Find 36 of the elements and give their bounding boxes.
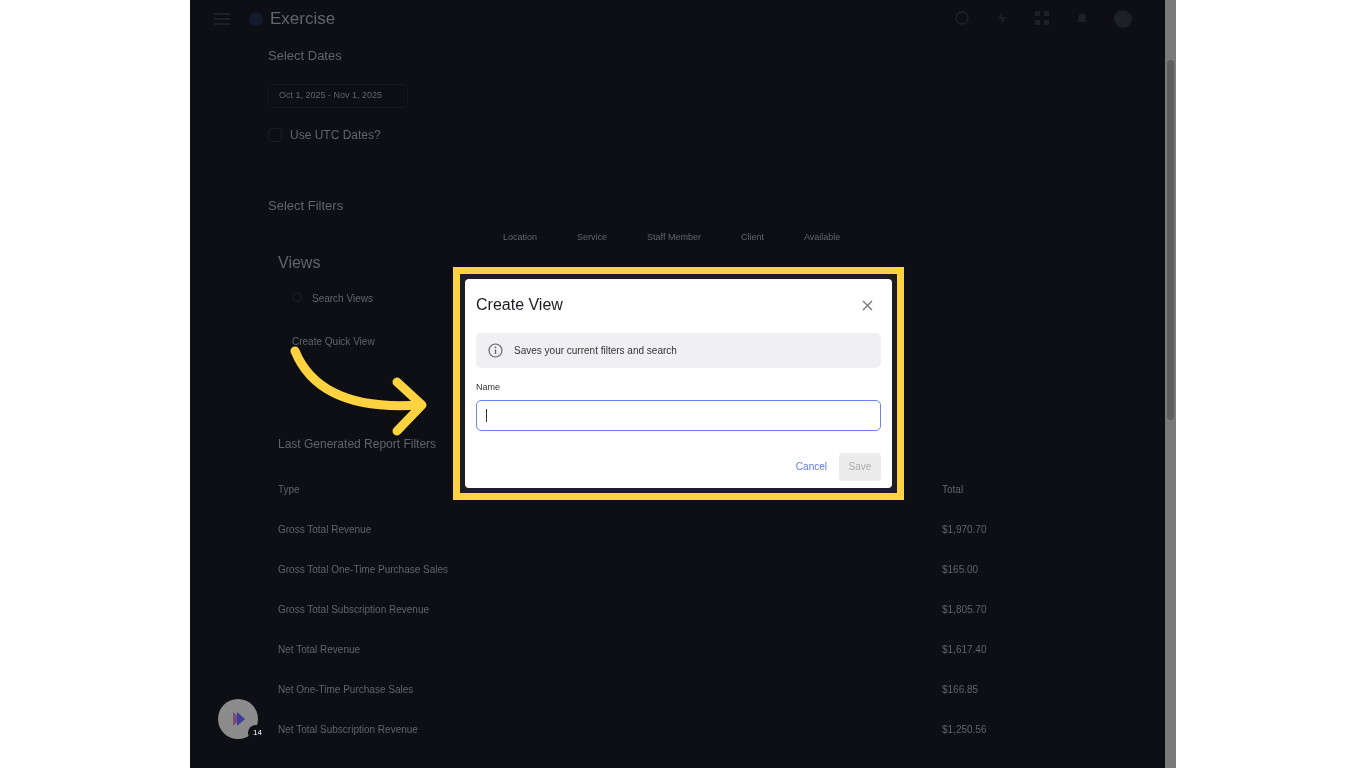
checkbox-label: Use UTC Dates? — [290, 126, 381, 144]
report-heading: Last Generated Report Filters — [278, 435, 438, 453]
table-cell-text: Gross Total Revenue — [278, 522, 373, 537]
views-heading: Views — [278, 252, 321, 273]
dialog-title: Create View — [476, 295, 563, 315]
table-cell-text: $166.85 — [942, 682, 979, 697]
table-cell-text: Gross Total One-Time Purchase Sales — [278, 562, 450, 577]
info-icon — [488, 343, 503, 358]
filter-dropdown[interactable]: Available — [803, 231, 841, 245]
table-cell-text: Net Total Revenue — [278, 642, 362, 657]
scrollbar[interactable] — [1165, 0, 1176, 768]
cancel-link[interactable]: Cancel — [795, 459, 827, 474]
table-cell-text: $1,970.70 — [942, 522, 987, 537]
section-heading: Select Dates — [268, 47, 343, 65]
table-cell-text: $1,617.40 — [942, 642, 987, 657]
app-title: Exercise — [270, 8, 336, 31]
filter-dropdown[interactable]: Service — [577, 231, 608, 245]
table-cell-text: Gross Total Subscription Revenue — [278, 602, 430, 617]
filter-dropdown[interactable]: Staff Member — [647, 231, 701, 245]
filter-dropdown[interactable]: Client — [740, 231, 764, 245]
text-caret — [486, 408, 487, 422]
close-icon[interactable] — [862, 299, 873, 311]
logo-icon — [248, 11, 264, 27]
table-cell-text: $1,250.56 — [942, 722, 987, 737]
section-heading: Select Filters — [268, 196, 345, 215]
column-header: Total — [942, 482, 964, 497]
info-text: Saves your current filters and search — [514, 344, 677, 358]
name-field[interactable] — [476, 399, 881, 431]
table-cell-text: $165.00 — [942, 562, 979, 577]
table-cell-text: Net Total Subscription Revenue — [278, 722, 419, 737]
search-field[interactable]: Search Views — [312, 290, 373, 306]
filter-dropdown[interactable]: Location — [503, 231, 538, 245]
table-cell-text: $1,805.70 — [942, 602, 987, 617]
column-header: Type — [278, 482, 301, 497]
table-cell-text: Net One-Time Purchase Sales — [278, 682, 415, 697]
field-label: Name — [476, 381, 501, 394]
